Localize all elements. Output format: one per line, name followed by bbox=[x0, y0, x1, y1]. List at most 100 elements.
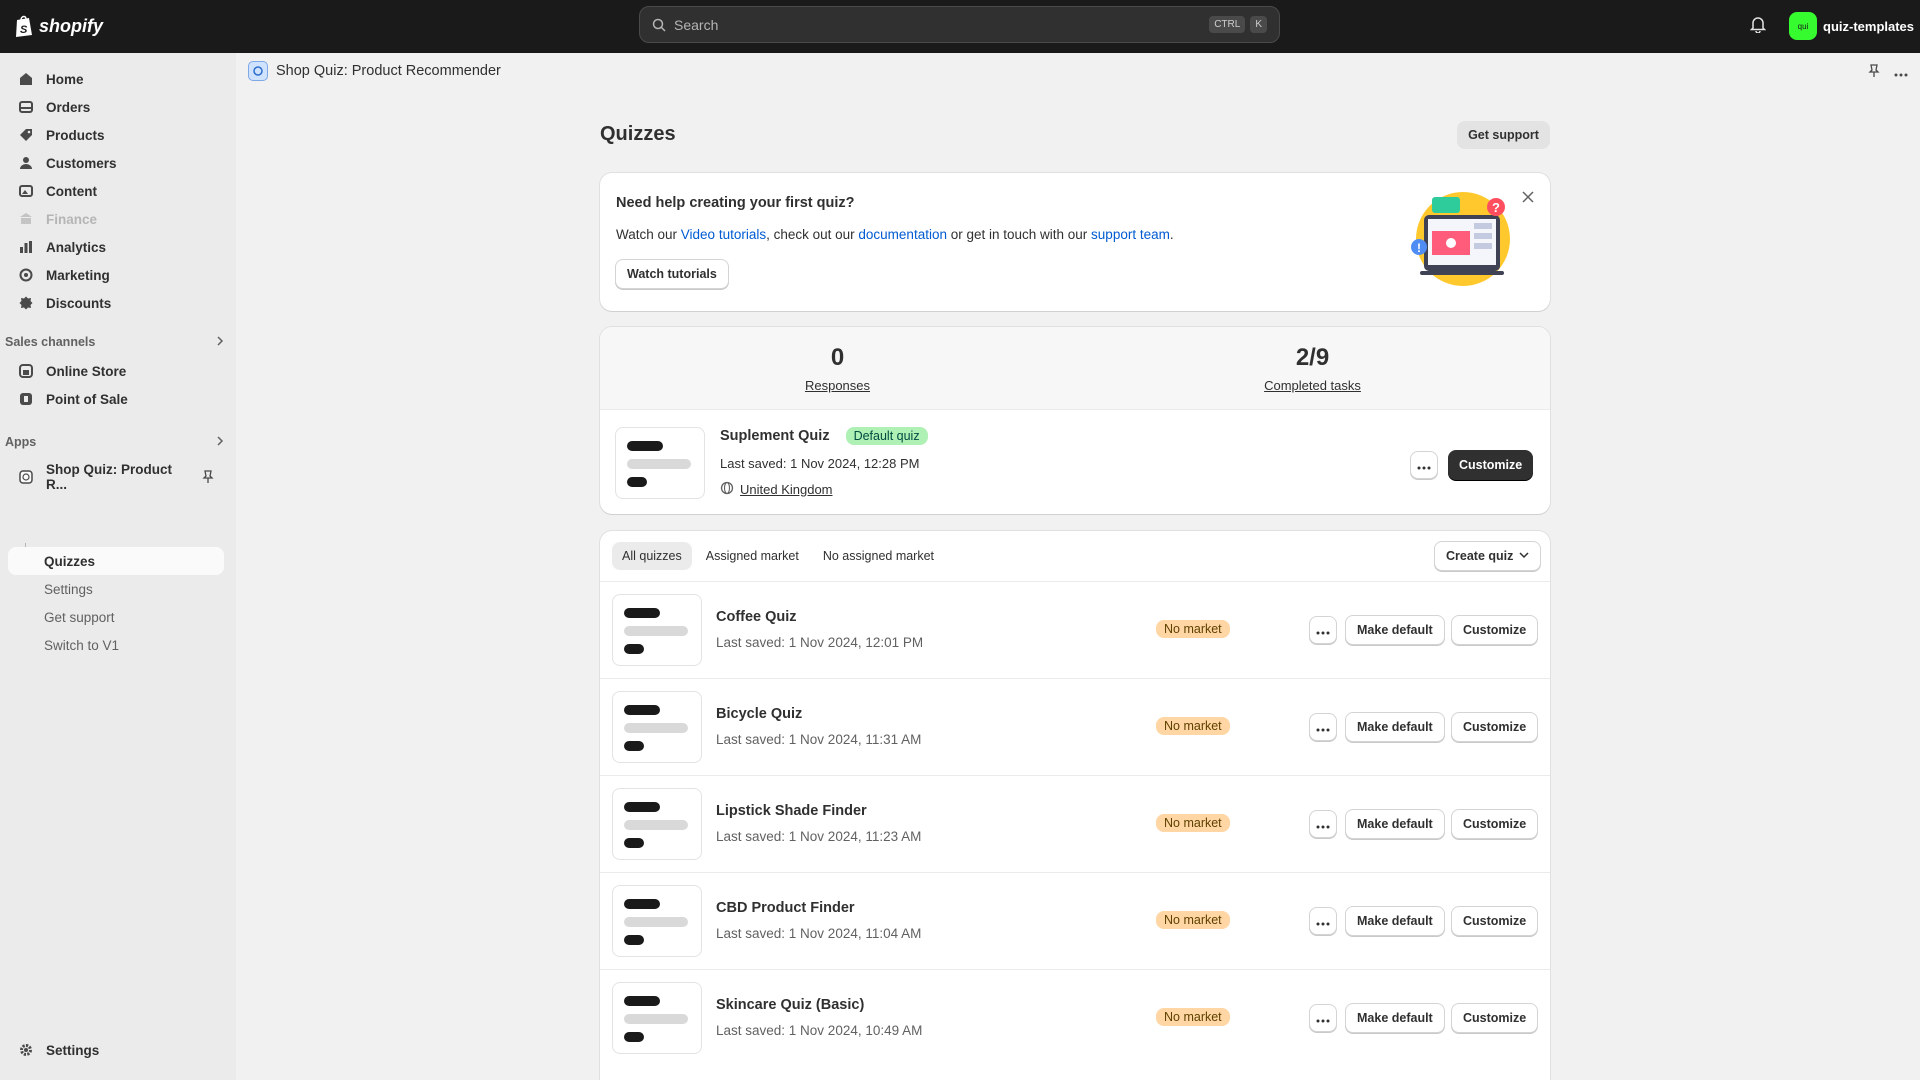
store-menu[interactable]: qui quiz-templates bbox=[1789, 12, 1914, 40]
make-default-button[interactable]: Make default bbox=[1345, 809, 1445, 839]
table-row[interactable]: Skincare Quiz (Basic) Last saved: 1 Nov … bbox=[600, 969, 1550, 1066]
responses-label: Responses bbox=[804, 377, 871, 393]
quiz-name[interactable]: Bicycle Quiz bbox=[716, 706, 802, 722]
sidebar-item-finance[interactable]: Finance bbox=[8, 205, 224, 233]
customize-button[interactable]: Customize bbox=[1451, 1003, 1539, 1033]
more-actions-button[interactable] bbox=[1410, 451, 1438, 479]
completed-tasks-stat[interactable]: 2/9 Completed tasks bbox=[1075, 327, 1550, 409]
quiz-name[interactable]: CBD Product Finder bbox=[716, 900, 855, 916]
more-actions-button[interactable] bbox=[1309, 713, 1337, 741]
sidebar-item-label: Customers bbox=[46, 155, 117, 171]
pin-icon[interactable] bbox=[1868, 64, 1880, 81]
create-quiz-button[interactable]: Create quiz bbox=[1434, 541, 1542, 571]
make-default-button[interactable]: Make default bbox=[1345, 712, 1445, 742]
sidebar-item-settings[interactable]: Settings bbox=[8, 1036, 224, 1064]
sales-channels-heading[interactable]: Sales channels bbox=[5, 335, 225, 349]
apps-heading[interactable]: Apps bbox=[5, 435, 225, 449]
sidebar-item-home[interactable]: Home bbox=[8, 65, 224, 93]
sidebar-item-marketing[interactable]: Marketing bbox=[8, 261, 224, 289]
help-title: Need help creating your first quiz? bbox=[616, 195, 855, 211]
watch-tutorials-button[interactable]: Watch tutorials bbox=[615, 259, 729, 289]
sidebar-subitem-get-support[interactable]: Get support bbox=[8, 603, 224, 631]
default-quiz-name: Suplement Quiz bbox=[720, 428, 830, 444]
video-tutorials-link[interactable]: Video tutorials bbox=[681, 227, 766, 242]
market-status-badge: No market bbox=[1156, 814, 1230, 832]
chevron-down-icon bbox=[1519, 549, 1529, 563]
sidebar-item-products[interactable]: Products bbox=[8, 121, 224, 149]
tag-icon bbox=[18, 127, 34, 143]
more-actions-button[interactable] bbox=[1309, 616, 1337, 644]
quiz-thumbnail bbox=[612, 982, 702, 1054]
search-input[interactable]: Search CTRL K bbox=[639, 6, 1280, 43]
more-actions-button[interactable] bbox=[1309, 810, 1337, 838]
table-row[interactable]: Bicycle Quiz Last saved: 1 Nov 2024, 11:… bbox=[600, 678, 1550, 775]
customize-button[interactable]: Customize bbox=[1451, 906, 1539, 936]
table-row[interactable]: Lipstick Shade Finder Last saved: 1 Nov … bbox=[600, 775, 1550, 872]
sidebar-item-label: Discounts bbox=[46, 295, 112, 311]
responses-value: 0 bbox=[830, 343, 845, 371]
sales-channels-label: Sales channels bbox=[5, 335, 96, 349]
more-actions-button[interactable] bbox=[1309, 907, 1337, 935]
quiz-name[interactable]: Lipstick Shade Finder bbox=[716, 803, 867, 819]
more-actions-button[interactable] bbox=[1309, 1004, 1337, 1032]
customize-default-button[interactable]: Customize bbox=[1448, 450, 1534, 480]
discount-icon bbox=[18, 295, 34, 311]
market-link[interactable]: United Kingdom bbox=[740, 482, 833, 497]
sidebar-item-customers[interactable]: Customers bbox=[8, 149, 224, 177]
sidebar-item-discounts[interactable]: Discounts bbox=[8, 289, 224, 317]
help-text: Watch our Video tutorials, check out our… bbox=[616, 227, 1174, 242]
support-team-link[interactable]: support team bbox=[1091, 227, 1170, 242]
app-header: Shop Quiz: Product Recommender bbox=[248, 61, 501, 81]
sidebar-item-shop-quiz-app[interactable]: Shop Quiz: Product R... bbox=[8, 462, 224, 492]
create-quiz-label: Create quiz bbox=[1446, 549, 1514, 563]
customize-button[interactable]: Customize bbox=[1451, 615, 1539, 645]
quiz-name[interactable]: Skincare Quiz (Basic) bbox=[716, 997, 864, 1013]
get-support-button[interactable]: Get support bbox=[1457, 121, 1550, 149]
sidebar-item-online-store[interactable]: Online Store bbox=[8, 357, 224, 385]
shopify-logo[interactable]: S shopify bbox=[14, 14, 103, 38]
sidebar-item-label: Settings bbox=[46, 1042, 100, 1058]
bank-icon bbox=[18, 211, 34, 227]
documentation-link[interactable]: documentation bbox=[858, 227, 947, 242]
more-icon[interactable] bbox=[1894, 65, 1908, 80]
sidebar-item-label: Shop Quiz: Product R... bbox=[46, 462, 172, 492]
sidebar-subitem-quizzes[interactable]: Quizzes bbox=[8, 547, 224, 575]
customize-button[interactable]: Customize bbox=[1451, 712, 1539, 742]
sidebar-item-content[interactable]: Content bbox=[8, 177, 224, 205]
sidebar-item-label: Content bbox=[46, 183, 97, 199]
tab-all-quizzes[interactable]: All quizzes bbox=[612, 542, 692, 570]
quiz-thumbnail bbox=[612, 788, 702, 860]
table-row[interactable]: Coffee Quiz Last saved: 1 Nov 2024, 12:0… bbox=[600, 581, 1550, 678]
pin-icon[interactable] bbox=[202, 470, 214, 484]
quiz-name[interactable]: Coffee Quiz bbox=[716, 609, 797, 625]
make-default-button[interactable]: Make default bbox=[1345, 906, 1445, 936]
table-row[interactable]: CBD Product Finder Last saved: 1 Nov 202… bbox=[600, 872, 1550, 969]
help-text-part: . bbox=[1169, 227, 1174, 242]
shortcut-k: K bbox=[1250, 16, 1267, 33]
app-logo-icon bbox=[248, 61, 268, 81]
chevron-right-icon bbox=[215, 335, 225, 349]
close-icon[interactable] bbox=[1522, 191, 1534, 206]
responses-stat[interactable]: 0 Responses bbox=[600, 327, 1075, 409]
notifications-bell-icon[interactable] bbox=[1750, 15, 1766, 33]
make-default-button[interactable]: Make default bbox=[1345, 615, 1445, 645]
sidebar-item-point-of-sale[interactable]: Point of Sale bbox=[8, 385, 224, 413]
svg-text:S: S bbox=[20, 24, 28, 36]
sidebar-subitem-switch-v1[interactable]: Switch to V1 bbox=[8, 631, 224, 659]
stats-row: 0 Responses 2/9 Completed tasks bbox=[600, 327, 1550, 410]
shortcut-ctrl: CTRL bbox=[1209, 16, 1246, 33]
home-icon bbox=[18, 71, 34, 87]
pos-icon bbox=[18, 391, 34, 407]
app-title: Shop Quiz: Product Recommender bbox=[276, 63, 501, 79]
sidebar-item-analytics[interactable]: Analytics bbox=[8, 233, 224, 261]
sidebar-subitem-settings[interactable]: Settings bbox=[8, 575, 224, 603]
main-content: Shop Quiz: Product Recommender Quizzes G… bbox=[236, 53, 1920, 1080]
customize-button[interactable]: Customize bbox=[1451, 809, 1539, 839]
sidebar-item-orders[interactable]: Orders bbox=[8, 93, 224, 121]
quiz-last-saved: Last saved: 1 Nov 2024, 10:49 AM bbox=[716, 1023, 923, 1038]
make-default-button[interactable]: Make default bbox=[1345, 1003, 1445, 1033]
tab-assigned-market[interactable]: Assigned market bbox=[696, 542, 809, 570]
sidebar-item-label: Point of Sale bbox=[46, 391, 128, 407]
app-icon bbox=[18, 469, 34, 485]
tab-no-assigned-market[interactable]: No assigned market bbox=[813, 542, 944, 570]
